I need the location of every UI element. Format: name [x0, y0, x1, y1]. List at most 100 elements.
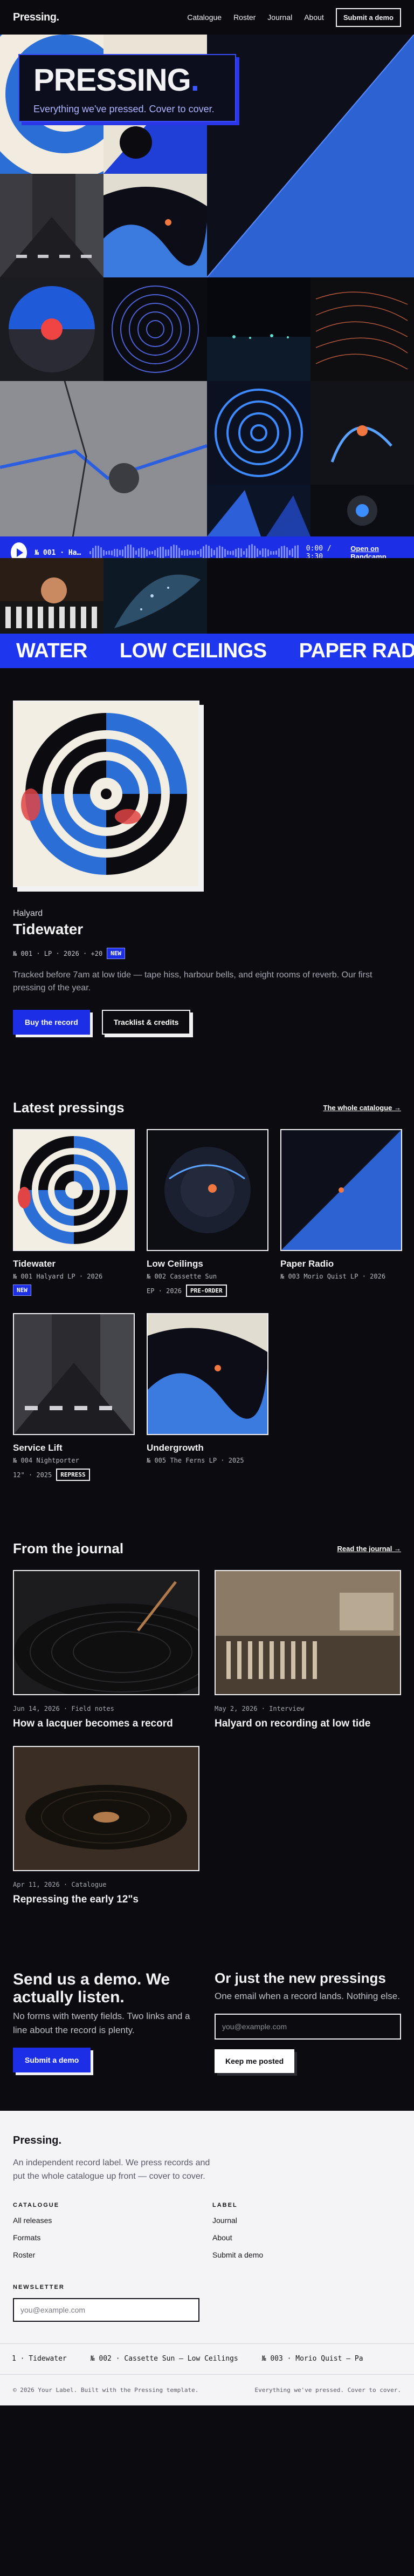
release-card[interactable]: Service Lift № 004 Nightporter 12" · 202… [13, 1313, 135, 1481]
newsletter-email-input[interactable]: you@example.com [215, 2014, 401, 2040]
cover-tile-paper-radio[interactable] [207, 35, 414, 277]
release-meta: № 003 Morio Quist LP · 2026 [280, 1273, 386, 1280]
footer-link[interactable]: Formats [13, 2233, 212, 2242]
cover-tile-disc-pattern[interactable] [0, 277, 104, 381]
footer-brand[interactable]: Pressing. [13, 2135, 401, 2147]
waveform-bar [156, 548, 158, 558]
keep-posted-button[interactable]: Keep me posted [215, 2049, 295, 2074]
waveform-bar [148, 550, 150, 555]
waveform-bar [288, 550, 291, 555]
mosaic-strip [0, 558, 414, 634]
footer-link[interactable]: Journal [212, 2216, 399, 2225]
journal-image[interactable] [13, 1570, 199, 1695]
journal-link[interactable]: Read the journal → [337, 1545, 401, 1553]
cover-tile-street[interactable] [0, 174, 104, 277]
waveform-bar [205, 545, 207, 558]
release-title[interactable]: Low Ceilings [147, 1259, 268, 1269]
nav-roster[interactable]: Roster [233, 13, 256, 22]
journal-grid: Jun 14, 2026 · Field notes How a lacquer… [0, 1570, 414, 1730]
nav-catalogue[interactable]: Catalogue [187, 13, 222, 22]
featured-artist[interactable]: Halyard [13, 909, 401, 919]
brand-logo[interactable]: Pressing. [13, 11, 59, 24]
post-title[interactable]: Repressing the early 12"s [13, 1894, 199, 1906]
waveform-bar [243, 550, 245, 555]
waveform-bar [234, 548, 237, 557]
footer-email-input[interactable]: you@example.com [13, 2298, 199, 2322]
waveform-bar [92, 547, 94, 558]
cover-tile-spiral[interactable] [207, 381, 310, 485]
cover-tile-robot[interactable] [310, 485, 414, 536]
waveform[interactable] [89, 543, 299, 558]
cover-tile-wave[interactable] [104, 174, 207, 277]
waveform-bar [100, 547, 102, 558]
cover-tile-neon-figure[interactable] [310, 381, 414, 485]
journal-post[interactable]: Jun 14, 2026 · Field notes How a lacquer… [13, 1570, 199, 1730]
release-cover[interactable] [280, 1129, 402, 1251]
release-cover[interactable] [147, 1313, 268, 1435]
waveform-bar [245, 548, 247, 558]
hero-title-card: PRESSING. Everything we've pressed. Cove… [18, 54, 236, 122]
waveform-bar [189, 550, 191, 555]
featured-title[interactable]: Tidewater [13, 921, 401, 938]
post-title[interactable]: Halyard on recording at low tide [215, 1718, 401, 1730]
waveform-bar [264, 548, 266, 558]
catalogue-link[interactable]: The whole catalogue → [323, 1104, 401, 1112]
demo-body: No forms with twenty fields. Two links a… [13, 2011, 190, 2035]
waveform-bar [294, 545, 296, 558]
tracklist-button[interactable]: Tracklist & credits [101, 1010, 191, 1035]
waveform-bar [267, 549, 269, 556]
cover-tile-shards[interactable] [207, 485, 310, 536]
cover-tile-leaf[interactable] [104, 558, 207, 634]
release-card[interactable]: Tidewater № 001 Halyard LP · 2026 NEW [13, 1129, 135, 1297]
waveform-bar [275, 550, 277, 555]
submit-demo-button[interactable]: Submit a demo [335, 8, 401, 27]
waveform-bar [159, 546, 161, 558]
post-title[interactable]: How a lacquer becomes a record [13, 1718, 199, 1730]
waveform-bar [199, 548, 202, 557]
newsletter-block: Or just the new pressings One email when… [215, 1970, 401, 2074]
featured-cover[interactable] [13, 701, 199, 887]
cover-tile-cracked-metal[interactable] [0, 381, 207, 554]
release-title[interactable]: Service Lift [13, 1443, 135, 1453]
release-card[interactable]: Low Ceilings № 002 Cassette Sun EP · 202… [147, 1129, 268, 1297]
release-card[interactable]: Undergrowth № 005 The Ferns LP · 2025 [147, 1313, 268, 1481]
nav-about[interactable]: About [304, 13, 324, 22]
footer-link[interactable]: Roster [13, 2251, 212, 2259]
open-bandcamp-link[interactable]: Open on Bandcamp [350, 545, 403, 558]
nav-journal[interactable]: Journal [267, 13, 292, 22]
cover-tile-hands-synth[interactable] [0, 558, 104, 634]
footer-link[interactable]: About [212, 2233, 399, 2242]
waveform-bar [111, 550, 113, 555]
waveform-bar [221, 547, 223, 558]
journal-post[interactable]: Apr 11, 2026 · Catalogue Repressing the … [13, 1746, 199, 1906]
waveform-bar [129, 545, 132, 558]
journal-post[interactable]: May 2, 2026 · Interview Halyard on recor… [215, 1570, 401, 1730]
release-card[interactable]: Paper Radio № 003 Morio Quist LP · 2026 [280, 1129, 402, 1297]
release-cover[interactable] [147, 1129, 268, 1251]
footer-link[interactable]: Submit a demo [212, 2251, 399, 2259]
copyright: © 2026 Your Label. Built with the Pressi… [13, 2386, 199, 2394]
hero-title: PRESSING. [33, 63, 199, 98]
play-button[interactable] [11, 542, 27, 558]
cover-tile-contour[interactable] [310, 277, 414, 381]
cover-tile-vinyl-rings[interactable] [104, 277, 207, 381]
release-cover[interactable] [13, 1129, 135, 1251]
waveform-bar [186, 549, 188, 556]
footer-link[interactable]: All releases [13, 2216, 212, 2225]
release-title[interactable]: Paper Radio [280, 1259, 402, 1269]
release-title[interactable]: Undergrowth [147, 1443, 268, 1453]
releases-grid-row2: Service Lift № 004 Nightporter 12" · 202… [0, 1313, 414, 1481]
buy-record-button[interactable]: Buy the record [13, 1010, 90, 1035]
release-cover[interactable] [13, 1313, 135, 1435]
demo-submit-button[interactable]: Submit a demo [13, 2048, 91, 2072]
release-title[interactable]: Tidewater [13, 1259, 135, 1269]
footer-label-col: LABEL Journal About Submit a demo [212, 2202, 399, 2268]
footer-ticker: 1 · Tidewater № 002 · Cassette Sun — Low… [0, 2343, 414, 2375]
journal-image[interactable] [215, 1570, 401, 1695]
cover-tile-night-harbour[interactable] [207, 277, 310, 381]
journal-image[interactable] [13, 1746, 199, 1871]
footer-links: All releases Formats Roster [13, 2216, 212, 2259]
waveform-bar [191, 550, 194, 555]
waveform-bar [256, 548, 258, 557]
waveform-bar [224, 548, 226, 557]
